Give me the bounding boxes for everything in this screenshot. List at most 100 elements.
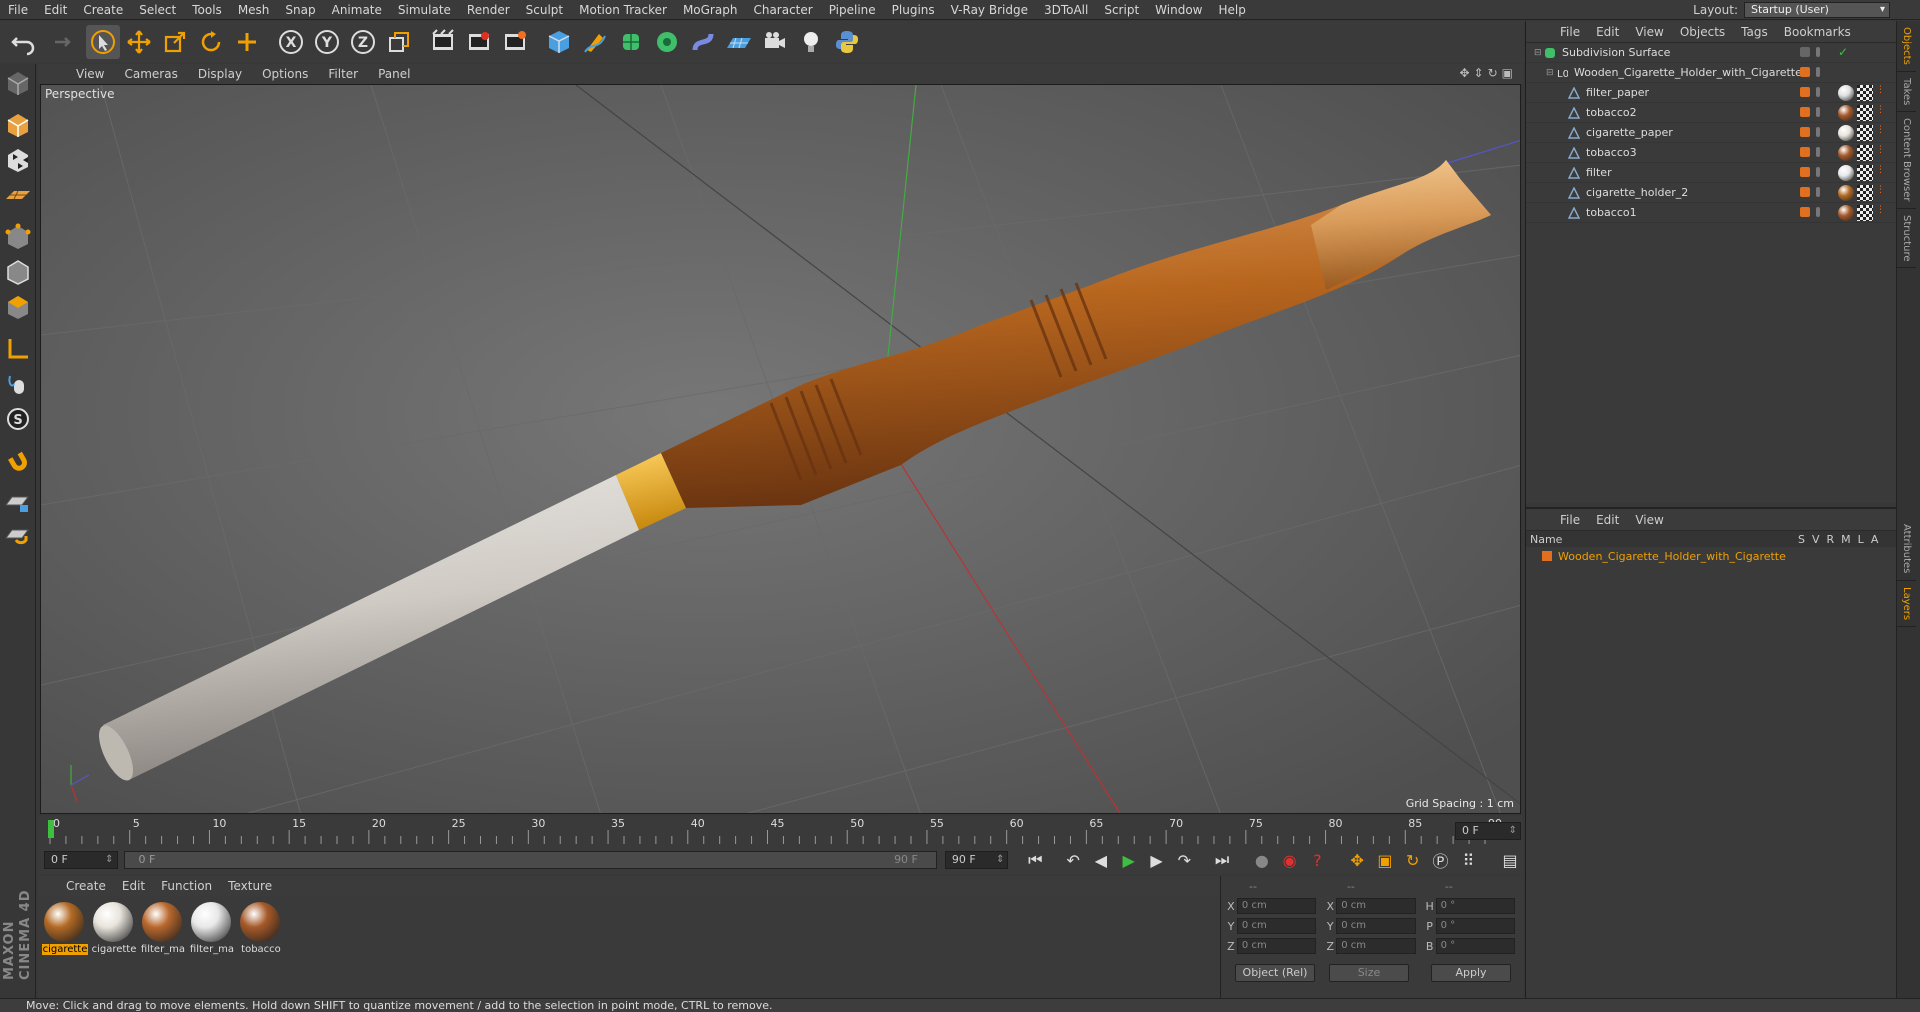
coord-field[interactable]: 0 °	[1435, 938, 1515, 954]
workplane-icon[interactable]	[2, 179, 34, 211]
menu-create[interactable]: Create	[75, 0, 131, 20]
menu-help[interactable]: Help	[1210, 0, 1253, 20]
object-menu-view[interactable]: View	[1627, 25, 1671, 39]
record-disabled-icon[interactable]: ●	[1249, 848, 1275, 872]
workplane-lock-icon[interactable]	[2, 487, 34, 519]
array-icon[interactable]	[650, 25, 684, 59]
texture-tag-icon[interactable]	[1857, 205, 1873, 221]
prev-key-icon[interactable]: ↶	[1060, 848, 1086, 872]
phong-tag-icon[interactable]: ⋮	[1876, 205, 1885, 221]
material-tag-icon[interactable]	[1838, 85, 1854, 101]
autokey-icon[interactable]: ?	[1305, 848, 1331, 872]
tab-objects[interactable]: Objects	[1897, 21, 1916, 72]
layer-dot[interactable]	[1800, 107, 1810, 117]
object-row[interactable]: ⊟ L0 Wooden_Cigarette_Holder_with_Cigarett…	[1526, 63, 1896, 83]
preview-range-slider[interactable]: 0 F 90 F	[123, 851, 937, 869]
grid-snap-icon[interactable]	[2, 522, 34, 554]
solo-icon[interactable]: S	[2, 403, 34, 435]
coord-field[interactable]: 0 cm	[1336, 938, 1416, 954]
visibility-toggle[interactable]	[1816, 147, 1820, 157]
coord-field[interactable]: 0 cm	[1236, 898, 1317, 914]
layout-dropdown[interactable]: Startup (User)	[1744, 2, 1890, 18]
collapse-toggle-icon[interactable]: ⊟	[1534, 48, 1544, 58]
cube-icon[interactable]	[542, 25, 576, 59]
pan-icon[interactable]: ✥	[1459, 66, 1469, 80]
object-row[interactable]: filter ⋮	[1526, 163, 1896, 183]
apply-button[interactable]: Apply	[1431, 964, 1511, 982]
goto-start-icon[interactable]: ⏮	[1022, 848, 1048, 872]
menu-edit[interactable]: Edit	[36, 0, 75, 20]
coord-size-dropdown[interactable]: Size	[1329, 964, 1409, 982]
object-name[interactable]: Subdivision Surface	[1562, 46, 1670, 59]
material-name[interactable]: cigarette	[42, 944, 88, 955]
key-param-icon[interactable]: Ⓟ	[1428, 848, 1454, 872]
layer-dot[interactable]	[1800, 187, 1810, 197]
phong-tag-icon[interactable]: ⋮	[1876, 85, 1885, 101]
material-name[interactable]: filter_ma	[189, 944, 235, 955]
menu-pipeline[interactable]: Pipeline	[821, 0, 884, 20]
coord-field[interactable]: 0 °	[1435, 918, 1515, 934]
material-item[interactable]: tobacco	[238, 902, 282, 955]
play-icon[interactable]: ▶	[1116, 848, 1142, 872]
layer-color-swatch[interactable]	[1542, 551, 1552, 561]
material-item[interactable]: filter_ma	[189, 902, 235, 955]
object-row[interactable]: tobacco2 ⋮	[1526, 103, 1896, 123]
menu-render[interactable]: Render	[459, 0, 518, 20]
menu-script[interactable]: Script	[1096, 0, 1147, 20]
object-name[interactable]: Wooden_Cigarette_Holder_with_Cigarette	[1574, 66, 1802, 79]
points-mode-icon[interactable]	[2, 221, 34, 253]
material-name[interactable]: filter_ma	[140, 944, 186, 955]
visibility-toggle[interactable]	[1816, 107, 1820, 117]
edges-mode-icon[interactable]	[2, 256, 34, 288]
layer-col-view[interactable]: V	[1812, 533, 1820, 546]
render-view-icon[interactable]	[426, 25, 460, 59]
layer-dot[interactable]	[1800, 127, 1810, 137]
material-tag-icon[interactable]	[1838, 185, 1854, 201]
timeline[interactable]: 051015202530354045505560657075808590	[38, 816, 1523, 846]
collapse-toggle-icon[interactable]: ⊟	[1546, 68, 1556, 78]
coord-field[interactable]: 0 cm	[1236, 938, 1317, 954]
polygons-mode-icon[interactable]	[2, 291, 34, 323]
z-axis-icon[interactable]: Z	[346, 25, 380, 59]
add-icon[interactable]	[230, 25, 264, 59]
goto-end-icon[interactable]: ⏭	[1209, 848, 1235, 872]
menu-select[interactable]: Select	[131, 0, 184, 20]
phong-tag-icon[interactable]: ⋮	[1876, 145, 1885, 161]
material-name[interactable]: cigarette	[91, 944, 137, 955]
move-icon[interactable]	[122, 25, 156, 59]
layer-col-manager[interactable]: M	[1841, 533, 1851, 546]
object-row[interactable]: cigarette_paper ⋮	[1526, 123, 1896, 143]
coord-field[interactable]: 0 cm	[1336, 918, 1416, 934]
texture-tag-icon[interactable]	[1857, 125, 1873, 141]
visibility-toggle[interactable]	[1816, 67, 1820, 77]
scale-icon[interactable]	[158, 25, 192, 59]
layer-name[interactable]: Wooden_Cigarette_Holder_with_Cigarette	[1558, 550, 1786, 563]
texture-tag-icon[interactable]	[1857, 165, 1873, 181]
y-axis-icon[interactable]: Y	[310, 25, 344, 59]
layer-dot[interactable]	[1800, 47, 1810, 57]
material-tag-icon[interactable]	[1838, 165, 1854, 181]
next-frame-icon[interactable]: ▶	[1144, 848, 1170, 872]
tab-layers[interactable]: Layers	[1897, 581, 1916, 627]
phong-tag-icon[interactable]: ⋮	[1876, 105, 1885, 121]
render-picture-viewer-icon[interactable]	[462, 25, 496, 59]
texture-tag-icon[interactable]	[1857, 105, 1873, 121]
object-row[interactable]: tobacco1 ⋮	[1526, 203, 1896, 223]
visibility-toggle[interactable]	[1816, 87, 1820, 97]
object-name[interactable]: filter	[1586, 166, 1612, 179]
menu-mesh[interactable]: Mesh	[230, 0, 278, 20]
viewport-menu-cameras[interactable]: Cameras	[114, 67, 187, 81]
object-row[interactable]: ⊟ Subdivision Surface ✓	[1526, 43, 1896, 63]
coord-field[interactable]: 0 cm	[1236, 918, 1317, 934]
phong-tag-icon[interactable]: ⋮	[1876, 185, 1885, 201]
object-name[interactable]: tobacco1	[1586, 206, 1637, 219]
perspective-viewport[interactable]: Perspective Grid Spacing : 1 cm	[40, 84, 1521, 814]
undo-icon[interactable]	[6, 25, 40, 59]
menu-file[interactable]: File	[0, 0, 36, 20]
menu-vray-bridge[interactable]: V-Ray Bridge	[943, 0, 1036, 20]
object-row[interactable]: cigarette_holder_2 ⋮	[1526, 183, 1896, 203]
layer-col-solo[interactable]: S	[1798, 533, 1805, 546]
tab-content-browser[interactable]: Content Browser	[1897, 112, 1916, 209]
material-item[interactable]: cigarette	[42, 902, 88, 955]
layer-row[interactable]: Wooden_Cigarette_Holder_with_Cigarette	[1526, 547, 1896, 565]
